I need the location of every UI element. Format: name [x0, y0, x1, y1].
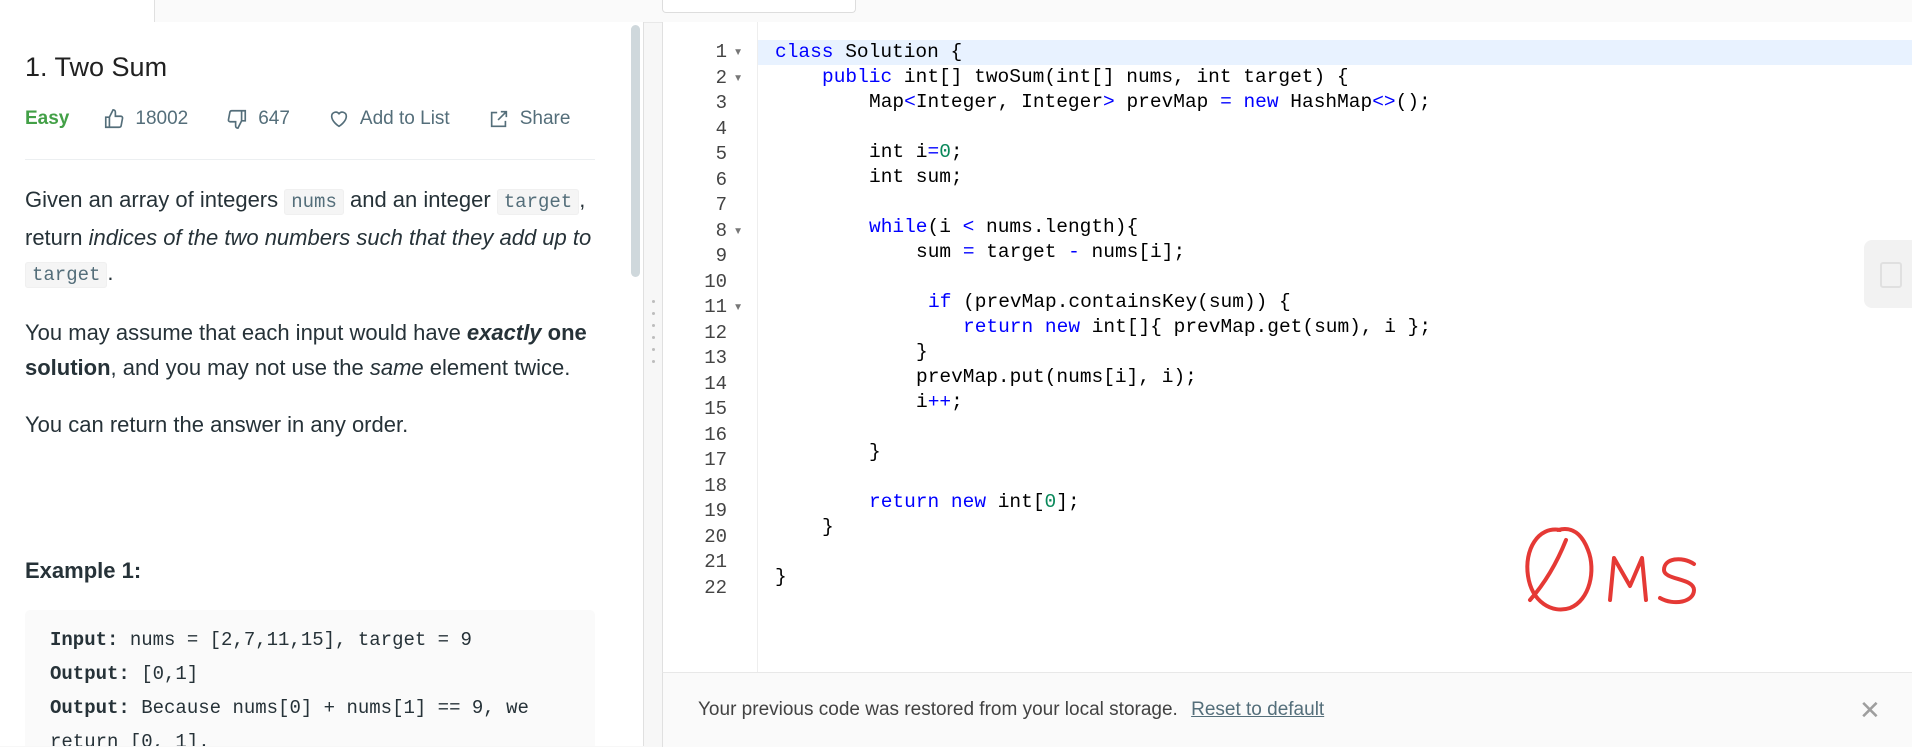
line-number: 9 — [715, 245, 727, 267]
code-line-12: return new int[]{ prevMap.get(sum), i }; — [963, 316, 1432, 338]
problem-description: Given an array of integers nums and an i… — [25, 182, 595, 464]
line-number: 21 — [704, 551, 727, 573]
code-line-20: } — [822, 516, 834, 538]
code-line-5: int i=0; — [869, 141, 963, 163]
share-label: Share — [519, 108, 571, 129]
description-scrollbar[interactable] — [631, 25, 640, 277]
share-button[interactable]: Share — [488, 108, 571, 130]
language-selector[interactable] — [662, 0, 856, 13]
restore-notice-bar: Your previous code was restored from you… — [662, 672, 1912, 747]
line-number: 7 — [715, 194, 727, 216]
line-number: 16 — [704, 423, 727, 446]
code-line-17: } — [869, 441, 881, 463]
example-output-line: Output: [0,1] — [50, 663, 199, 685]
line-number: 13 — [704, 347, 727, 369]
clipboard-icon — [1880, 262, 1902, 288]
top-tab-strip — [0, 0, 1912, 23]
description-paragraph-2: You may assume that each input would hav… — [25, 320, 587, 380]
dislike-button[interactable]: 647 — [226, 108, 290, 130]
line-number: 18 — [704, 474, 727, 497]
description-paragraph-1: Given an array of integers nums and an i… — [25, 187, 592, 288]
inline-code-target-2: target — [25, 262, 108, 288]
code-line-11: if (prevMap.containsKey(sum)) { — [928, 291, 1291, 313]
meta-divider — [25, 159, 595, 160]
line-number: 5 — [715, 143, 727, 165]
code-line-2: public int[] twoSum(int[] nums, int targ… — [822, 66, 1349, 88]
line-number: 14 — [704, 372, 727, 395]
line-number: 11 — [704, 296, 727, 318]
description-panel: 1. Two Sum Easy 18002 647 Add to List Sh… — [0, 22, 644, 746]
tab-description[interactable] — [0, 0, 155, 22]
line-number: 4 — [715, 117, 727, 140]
code-line-14: prevMap.put(nums[i], i); — [916, 366, 1197, 388]
example-title: Example 1: — [25, 558, 142, 583]
problem-meta-bar: Easy 18002 647 Add to List Share — [25, 108, 608, 130]
fold-arrow-icon[interactable]: ▼ — [733, 66, 743, 91]
line-number: 17 — [704, 449, 727, 471]
thumbs-up-icon — [105, 109, 124, 129]
code-line-15: i++; — [916, 391, 963, 413]
restore-message-text: Your previous code was restored from you… — [698, 699, 1178, 720]
problem-title: 1. Two Sum — [25, 52, 168, 82]
line-number: 22 — [704, 576, 727, 599]
reset-to-default-link[interactable]: Reset to default — [1191, 699, 1324, 720]
add-to-list-button[interactable]: Add to List — [328, 108, 450, 130]
line-number: 19 — [704, 500, 727, 522]
example-explanation-line: Output: Because nums[0] + nums[1] == 9, … — [50, 697, 529, 719]
inline-code-target: target — [496, 189, 580, 215]
code-line-1: class Solution { — [775, 41, 963, 63]
example-box: Input: nums = [2,7,11,15], target = 9 Ou… — [25, 610, 595, 746]
example-input-line: Input: nums = [2,7,11,15], target = 9 — [50, 629, 472, 651]
code-line-6: int sum; — [869, 166, 963, 188]
side-panel-tab[interactable] — [1864, 240, 1912, 308]
code-line-9: sum = target - nums[i]; — [916, 241, 1186, 263]
dislike-count: 647 — [258, 108, 290, 129]
fold-arrow-icon[interactable]: ▼ — [733, 40, 743, 65]
line-number: 15 — [704, 398, 727, 420]
line-number: 6 — [715, 168, 727, 191]
thumbs-down-icon — [227, 109, 247, 129]
like-button[interactable]: 18002 — [103, 108, 188, 130]
line-number: 3 — [715, 92, 727, 114]
example-explanation-cont: return [0, 1]. — [50, 731, 210, 746]
code-line-22: } — [775, 566, 787, 588]
line-number: 10 — [704, 270, 727, 293]
code-line-3: Map<Integer, Integer> prevMap = new Hash… — [869, 91, 1431, 113]
inline-code-nums: nums — [284, 189, 344, 215]
like-count: 18002 — [135, 108, 189, 129]
line-number: 2 — [715, 66, 727, 89]
description-paragraph-3: You can return the answer in any order. — [25, 412, 409, 437]
line-number: 12 — [704, 321, 727, 344]
add-to-list-label: Add to List — [359, 108, 450, 129]
code-line-13: } — [916, 341, 928, 363]
line-number: 20 — [704, 525, 727, 548]
code-editor[interactable]: 1 ▼ 2 ▼ 3 4 5 6 7 8 ▼ 9 10 11 ▼ 12 13 14 15 16 17 18 19 20 21 22 … — [662, 22, 1912, 672]
heart-icon — [330, 111, 348, 128]
panel-resize-handle[interactable] — [652, 300, 656, 378]
difficulty-badge: Easy — [25, 108, 70, 129]
line-number: 1 — [715, 41, 727, 63]
handwritten-annotation — [1525, 527, 1696, 612]
line-number: 8 — [715, 219, 727, 242]
code-line-8: while(i < nums.length){ — [869, 216, 1139, 238]
restore-message: Your previous code was restored from you… — [698, 699, 1324, 721]
code-line-19: return new int[0]; — [869, 491, 1080, 513]
line-number-gutter: 1 ▼ 2 ▼ 3 4 5 6 7 8 ▼ 9 10 11 ▼ 12 13 14 15 16 17 18 19 20 21 22 — [663, 22, 758, 672]
share-icon — [490, 110, 507, 128]
close-icon[interactable]: ✕ — [1859, 695, 1881, 726]
fold-arrow-icon[interactable]: ▼ — [733, 219, 743, 244]
fold-arrow-icon[interactable]: ▼ — [733, 295, 743, 320]
